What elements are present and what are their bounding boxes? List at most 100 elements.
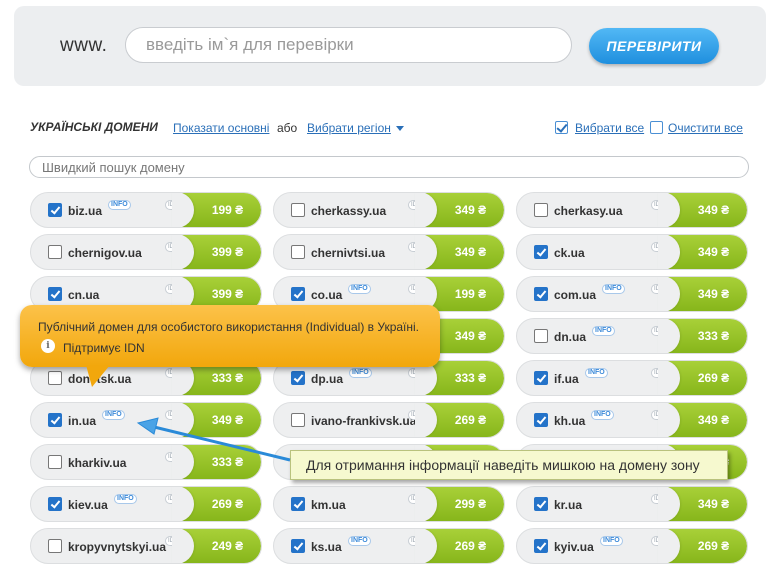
domain-price: 349 ₴	[415, 193, 504, 227]
clear-all-link[interactable]: Очистити все	[668, 121, 743, 135]
show-main-link[interactable]: Показати основні	[173, 121, 269, 135]
domain-name[interactable]: co.ua	[311, 288, 342, 302]
domain-price: 269 ₴	[172, 487, 261, 521]
domain-checkbox[interactable]	[291, 497, 305, 511]
domain-name[interactable]: kr.ua	[554, 498, 582, 512]
select-all-checkbox[interactable]	[555, 121, 568, 134]
domain-item[interactable]: kr.uaIDN349 ₴	[516, 486, 748, 522]
domain-checkbox[interactable]	[48, 245, 62, 259]
domain-search-panel: www. ПЕРЕВІРИТИ	[14, 6, 766, 86]
info-badge[interactable]: INFO	[602, 284, 625, 294]
domain-price: 349 ₴	[658, 403, 747, 437]
or-text: або	[277, 121, 298, 135]
domain-item[interactable]: in.uaINFOIDN349 ₴	[30, 402, 262, 438]
select-all-link[interactable]: Вибрати все	[575, 121, 644, 135]
domain-name[interactable]: ivano-frankivsk.ua	[311, 414, 416, 428]
info-badge[interactable]: INFO	[600, 536, 623, 546]
domain-info-tooltip: Публічний домен для особистого використа…	[20, 305, 440, 387]
info-badge[interactable]: INFO	[349, 368, 372, 378]
domain-checkbox[interactable]	[534, 245, 548, 259]
domain-name[interactable]: if.ua	[554, 372, 579, 386]
clear-all-checkbox[interactable]	[650, 121, 663, 134]
domain-item[interactable]: kh.uaINFOIDN349 ₴	[516, 402, 748, 438]
domain-price: 199 ₴	[172, 193, 261, 227]
domain-item[interactable]: dn.uaINFOIDN333 ₴	[516, 318, 748, 354]
domain-price: 349 ₴	[658, 193, 747, 227]
domain-checkbox[interactable]	[534, 497, 548, 511]
domain-name[interactable]: kiev.ua	[68, 498, 108, 512]
tooltip-description: Публічний домен для особистого використа…	[38, 320, 420, 334]
quick-domain-search-input[interactable]	[29, 156, 749, 178]
info-badge[interactable]: INFO	[348, 284, 371, 294]
info-badge[interactable]: INFO	[592, 326, 615, 336]
domain-checkbox[interactable]	[534, 329, 548, 343]
domain-checkbox[interactable]	[291, 413, 305, 427]
domain-checkbox[interactable]	[48, 203, 62, 217]
domain-item[interactable]: ivano-frankivsk.uaIDN269 ₴	[273, 402, 505, 438]
domain-checkbox[interactable]	[534, 539, 548, 553]
domain-checkbox[interactable]	[534, 413, 548, 427]
domain-checkbox[interactable]	[291, 539, 305, 553]
domain-name[interactable]: com.ua	[554, 288, 596, 302]
domain-item[interactable]: chernigov.uaIDN399 ₴	[30, 234, 262, 270]
domain-price: 349 ₴	[415, 235, 504, 269]
info-badge[interactable]: INFO	[102, 410, 125, 420]
domain-checkbox[interactable]	[48, 287, 62, 301]
domain-name[interactable]: chernigov.ua	[68, 246, 142, 260]
domain-price: 249 ₴	[172, 529, 261, 563]
domain-checkbox[interactable]	[48, 539, 62, 553]
domain-item[interactable]: ks.uaINFOIDN269 ₴	[273, 528, 505, 564]
domain-name[interactable]: dp.ua	[311, 372, 343, 386]
domain-item[interactable]: chernivtsi.uaIDN349 ₴	[273, 234, 505, 270]
domain-checkbox[interactable]	[48, 413, 62, 427]
info-badge[interactable]: INFO	[114, 494, 137, 504]
domain-price: 349 ₴	[658, 487, 747, 521]
domain-price: 269 ₴	[415, 403, 504, 437]
domain-name[interactable]: cn.ua	[68, 288, 99, 302]
choose-region-link[interactable]: Вибрати регіон	[307, 121, 391, 135]
domain-checkbox[interactable]	[291, 371, 305, 385]
domain-name[interactable]: ks.ua	[311, 540, 342, 554]
domain-name[interactable]: biz.ua	[68, 204, 102, 218]
domain-checkbox[interactable]	[291, 203, 305, 217]
caret-down-icon[interactable]	[396, 126, 404, 131]
domain-name[interactable]: dn.ua	[554, 330, 586, 344]
domain-checkbox[interactable]	[48, 455, 62, 469]
domain-item[interactable]: biz.uaINFOIDN199 ₴	[30, 192, 262, 228]
domain-checkbox[interactable]	[534, 203, 548, 217]
domain-checkbox[interactable]	[534, 287, 548, 301]
domain-price: 349 ₴	[658, 277, 747, 311]
domain-name[interactable]: in.ua	[68, 414, 96, 428]
check-domain-button[interactable]: ПЕРЕВІРИТИ	[589, 28, 719, 64]
info-badge[interactable]: INFO	[591, 410, 614, 420]
domain-name[interactable]: cherkassy.ua	[311, 204, 386, 218]
domain-name[interactable]: chernivtsi.ua	[311, 246, 385, 260]
domain-item[interactable]: if.uaINFOIDN269 ₴	[516, 360, 748, 396]
domain-checkbox[interactable]	[534, 371, 548, 385]
domain-name[interactable]: ck.ua	[554, 246, 585, 260]
domain-checkbox[interactable]	[48, 497, 62, 511]
domain-name[interactable]: kh.ua	[554, 414, 585, 428]
domain-checkbox[interactable]	[48, 371, 62, 385]
domain-name-input[interactable]	[125, 27, 572, 63]
info-badge[interactable]: INFO	[348, 536, 371, 546]
domain-item[interactable]: kiev.uaINFOIDN269 ₴	[30, 486, 262, 522]
domain-item[interactable]: com.uaINFOIDN349 ₴	[516, 276, 748, 312]
domain-checkbox[interactable]	[291, 245, 305, 259]
domain-item[interactable]: ck.uaIDN349 ₴	[516, 234, 748, 270]
domain-checkbox[interactable]	[291, 287, 305, 301]
domain-name[interactable]: kropyvnytskyi.ua	[68, 540, 166, 554]
info-badge[interactable]: INFO	[585, 368, 608, 378]
domain-item[interactable]: km.uaIDN299 ₴	[273, 486, 505, 522]
domain-item[interactable]: kropyvnytskyi.uaIDN249 ₴	[30, 528, 262, 564]
info-badge[interactable]: INFO	[108, 200, 131, 210]
domain-name[interactable]: cherkasy.ua	[554, 204, 623, 218]
domain-name[interactable]: kyiv.ua	[554, 540, 594, 554]
info-circle-icon: i	[41, 339, 55, 353]
domain-name[interactable]: km.ua	[311, 498, 346, 512]
domain-name[interactable]: kharkiv.ua	[68, 456, 126, 470]
domain-item[interactable]: kyiv.uaINFOIDN269 ₴	[516, 528, 748, 564]
domain-item[interactable]: cherkasy.uaIDN349 ₴	[516, 192, 748, 228]
domain-item[interactable]: kharkiv.uaIDN333 ₴	[30, 444, 262, 480]
domain-item[interactable]: cherkassy.uaIDN349 ₴	[273, 192, 505, 228]
